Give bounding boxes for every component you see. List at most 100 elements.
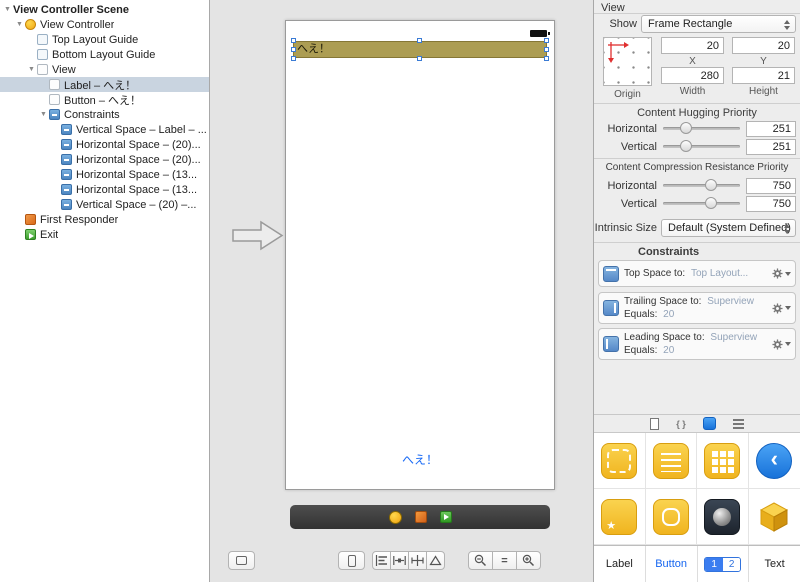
compression-horizontal-field[interactable] [746,178,796,194]
x-field[interactable] [661,37,724,54]
editor-canvas[interactable]: へえ！ へえ！ = [210,0,593,582]
resize-handle[interactable] [417,56,422,61]
file-template-library-icon[interactable] [650,417,660,430]
align-button[interactable] [372,551,391,570]
resize-handle[interactable] [291,56,296,61]
hugging-vertical-field[interactable] [746,139,796,155]
outline-item-constraint[interactable]: Horizontal Space – (20)... [0,137,209,152]
outline-item-constraint[interactable]: Horizontal Space – (20)... [0,152,209,167]
disclosure-triangle-icon[interactable]: ▼ [38,107,49,122]
outline-item-constraint[interactable]: Vertical Space – (20) –... [0,197,209,212]
code-snippet-library-icon[interactable]: { } [676,419,686,429]
zoom-button-group: = [468,551,541,570]
pin-button[interactable] [408,551,427,570]
origin-selector[interactable] [603,37,652,86]
constraint-gear-button[interactable] [765,302,791,314]
constraint-label: Trailing Space to: [624,296,702,307]
slider-knob[interactable] [704,179,717,191]
outline-item-view-controller[interactable]: ▼ View Controller [0,17,209,32]
library-tab-bar: { } [594,414,800,433]
compression-horizontal-slider[interactable] [663,178,740,192]
library-item-navigation[interactable]: ‹ [748,433,800,489]
dock-view-controller-icon[interactable] [388,510,402,524]
library-item-sphere[interactable] [697,489,749,545]
constraint-value: 20 [663,345,675,356]
label-icon [49,79,60,90]
constraint-label: Leading Space to: [624,332,705,343]
width-field[interactable] [661,67,724,84]
height-label: Height [749,86,778,97]
outline-toggle-button[interactable] [228,551,255,570]
library-item-cube[interactable] [748,489,800,545]
library-name-label[interactable]: Label [594,546,646,582]
outline-item-constraint[interactable]: Vertical Space – Label – ... [0,122,209,137]
hugging-vertical-slider[interactable] [663,139,740,153]
resize-handle[interactable] [291,46,296,52]
resize-handle[interactable] [291,38,296,43]
constraint-value: 20 [663,309,675,320]
resize-handle[interactable] [417,38,422,43]
resize-handle[interactable] [544,38,549,43]
compression-vertical-slider[interactable] [663,196,740,210]
y-field[interactable] [732,37,795,54]
library-item-view[interactable] [594,433,646,489]
resolve-issues-button[interactable] [426,551,445,570]
pin-icon [411,555,424,566]
outline-item-label: Button – へえ！ [64,94,142,107]
slider-knob[interactable] [704,197,717,209]
top-space-constraint-icon [603,265,619,282]
outline-item-first-responder[interactable]: First Responder [0,212,209,227]
constraint-icon [61,139,72,150]
disclosure-triangle-icon[interactable]: ▼ [26,62,37,77]
view-controller-canvas[interactable]: へえ！ へえ！ [285,20,555,490]
library-item-rounded-view[interactable] [645,489,697,545]
intrinsic-size-dropdown[interactable]: Default (System Defined) [661,219,796,237]
media-library-icon[interactable] [732,418,744,429]
outline-item-constraint[interactable]: Horizontal Space – (13... [0,167,209,182]
constraint-row-leading-space[interactable]: Leading Space to: Superview Equals: 20 [598,328,796,360]
show-dropdown[interactable]: Frame Rectangle [641,15,796,33]
show-label: Show [609,18,637,30]
disclosure-triangle-icon[interactable]: ▼ [2,2,13,17]
selected-label[interactable]: へえ！ [291,38,549,61]
constraint-gear-button[interactable] [765,338,791,350]
outline-item-view[interactable]: ▼ View [0,62,209,77]
outline-item-top-layout-guide[interactable]: Top Layout Guide [0,32,209,47]
outline-item-exit[interactable]: Exit [0,227,209,242]
zoom-out-icon [474,554,487,567]
constraint-row-trailing-space[interactable]: Trailing Space to: Superview Equals: 20 [598,292,796,324]
outline-scene-header[interactable]: ▼ View Controller Scene [0,2,209,17]
object-library-icon[interactable] [702,417,716,430]
sphere-object-icon [704,498,741,535]
outline-item-bottom-layout-guide[interactable]: Bottom Layout Guide [0,47,209,62]
zoom-out-button[interactable] [468,551,493,570]
stack-button[interactable] [390,551,409,570]
disclosure-triangle-icon[interactable]: ▼ [14,17,25,32]
dock-first-responder-icon[interactable] [414,511,427,523]
library-segmented-preview[interactable]: 1 2 [698,546,750,582]
library-item-label[interactable] [645,433,697,489]
resize-handle[interactable] [544,56,549,61]
outline-item-label-heee[interactable]: Label – へえ！ [0,77,209,92]
slider-knob[interactable] [680,122,693,134]
library-item-collection[interactable] [697,433,749,489]
library-item-favorites[interactable] [594,489,646,545]
library-name-button[interactable]: Button [646,546,698,582]
constraint-gear-button[interactable] [765,268,791,279]
constraint-row-top-space[interactable]: Top Space to: Top Layout... [598,260,796,287]
compression-vertical-field[interactable] [746,196,796,212]
height-field[interactable] [732,67,795,84]
hugging-horizontal-slider[interactable] [663,121,740,135]
dock-exit-icon[interactable] [439,511,452,523]
zoom-in-button[interactable] [516,551,541,570]
outline-item-constraint[interactable]: Horizontal Space – (13... [0,182,209,197]
slider-knob[interactable] [680,140,693,152]
canvas-button[interactable]: へえ！ [286,451,554,468]
outline-item-button-heee[interactable]: Button – へえ！ [0,92,209,107]
library-name-text[interactable]: Text [749,546,800,582]
resize-handle[interactable] [544,46,549,52]
zoom-reset-button[interactable]: = [492,551,517,570]
hugging-horizontal-field[interactable] [746,121,796,137]
outline-item-constraints[interactable]: ▼ Constraints [0,107,209,122]
device-button[interactable] [338,551,365,570]
